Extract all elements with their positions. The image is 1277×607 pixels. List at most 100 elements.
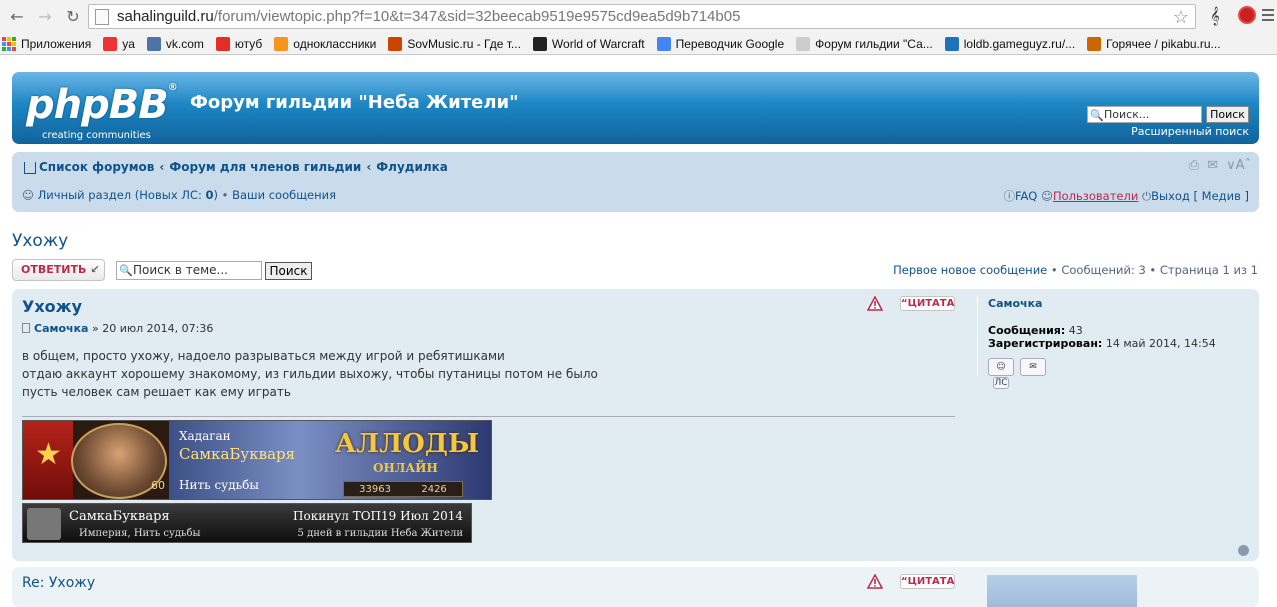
banner-days: 5 дней в гильдии Неба Жители — [297, 528, 463, 539]
post-author-line: Самочка » 20 июл 2014, 07:36 — [22, 322, 213, 335]
font-size-icon[interactable]: ∨Aˆ — [1226, 158, 1251, 173]
banner-left-top: Покинул ТОП19 Июл 2014 — [293, 509, 463, 523]
report-icon[interactable] — [867, 296, 883, 311]
bookmark-label: одноклассники — [293, 36, 377, 51]
pagination-info: • Сообщений: 3 • Страница 1 из 1 — [1047, 263, 1258, 277]
back-to-top-icon[interactable] — [1238, 545, 1249, 556]
bookmark-item[interactable]: SovMusic.ru - Где т... — [388, 36, 521, 51]
address-bar[interactable]: sahalinguild.ru/forum/viewtopic.php?f=10… — [88, 4, 1196, 29]
post-profile: Самочка Сообщения: 43 Зарегистрирован: 1… — [977, 297, 1249, 389]
reply-button[interactable]: ОТВЕТИТЬ ↙ — [12, 259, 105, 281]
page-icon — [95, 8, 109, 25]
bookmark-item[interactable]: ya — [103, 36, 135, 51]
pm-button[interactable]: ☺ЛС — [988, 358, 1014, 389]
post-content: в общем, просто ухожу, надоело разрывать… — [22, 347, 598, 401]
users-link[interactable]: Пользователи — [1053, 189, 1138, 203]
bookmark-icon — [103, 36, 118, 51]
bookmark-icon — [146, 36, 161, 51]
advanced-search-link[interactable]: Расширенный поиск — [1131, 125, 1249, 138]
bookmark-item[interactable]: одноклассники — [274, 36, 377, 51]
bookmark-item[interactable]: ютуб — [215, 36, 263, 51]
bookmark-item[interactable]: Форум гильдии "Са... — [796, 36, 933, 51]
bookmark-icon — [532, 36, 547, 51]
signature-banner-allods: ★ 60 Хадаган СамкаБукваря Нить судьбы АЛ… — [22, 420, 492, 500]
banner-guild: Империя, Нить судьбы — [79, 528, 201, 539]
page-tools: ⎙ ✉ ∨Aˆ — [1189, 158, 1251, 173]
user-navline: ☺ Личный раздел (Новых ЛС: 0) • Ваши соо… — [22, 188, 1249, 203]
post-icon — [22, 323, 30, 333]
post-title[interactable]: Ухожу — [22, 297, 82, 316]
bookmark-label: ютуб — [234, 36, 263, 51]
forward-icon[interactable]: → — [34, 6, 56, 28]
faq-link[interactable]: FAQ — [1015, 189, 1037, 203]
crumb-forums[interactable]: Список форумов — [39, 160, 154, 174]
bookmark-star-icon[interactable]: ☆ — [1173, 7, 1189, 28]
topic-title[interactable]: Ухожу — [12, 231, 68, 251]
post-author[interactable]: Самочка — [34, 322, 88, 335]
banner-character-name: СамкаБукваря — [69, 509, 170, 524]
site-title: Форум гильдии "Неба Жители" — [190, 92, 519, 113]
home-icon — [24, 162, 36, 174]
music-extension-icon[interactable]: 𝄞 — [1206, 6, 1224, 26]
character-stats: 33963 2426 — [343, 481, 463, 497]
search-icon: 🔍 — [119, 264, 133, 277]
post-line: в общем, просто ухожу, надоело разрывать… — [22, 349, 505, 363]
bookmark-icon — [944, 36, 959, 51]
topic-search-input[interactable]: 🔍 Поиск в теме... — [116, 261, 262, 280]
first-new-link[interactable]: Первое новое сообщение — [893, 263, 1047, 277]
post-title[interactable]: Re: Ухожу — [22, 575, 95, 591]
breadcrumb: Список форумов ‹ Форум для членов гильди… — [24, 160, 448, 174]
post-line: пусть человек сам решает как ему играть — [22, 385, 291, 399]
bookmark-icon — [796, 36, 811, 51]
bookmark-label: Переводчик Google — [675, 36, 785, 51]
users-icon: ☺ — [1040, 189, 1053, 203]
forum-header: phpBB® creating communities Форум гильди… — [12, 72, 1259, 144]
profile-stats: Сообщения: 43 Зарегистрирован: 14 май 20… — [988, 324, 1216, 350]
pagination: Первое новое сообщение • Сообщений: 3 • … — [893, 263, 1258, 277]
bookmark-item[interactable]: Приложения — [2, 36, 92, 51]
header-search-input[interactable]: 🔍 Поиск... — [1087, 106, 1202, 123]
signature-divider — [22, 416, 955, 417]
navbar: Список форумов ‹ Форум для членов гильди… — [12, 152, 1259, 212]
topic-search-button[interactable]: Поиск — [265, 262, 312, 280]
character-level: 60 — [151, 479, 165, 492]
email-user-icon[interactable]: ✉ — [1020, 358, 1046, 376]
bookmark-item[interactable]: Горячее / pikabu.ru... — [1087, 36, 1221, 51]
back-icon[interactable]: ← — [6, 6, 28, 28]
quote-button[interactable]: “ЦИТАТА — [900, 296, 955, 311]
bookmark-item[interactable]: World of Warcraft — [532, 36, 645, 51]
crumb-guild-forum[interactable]: Форум для членов гильдии — [169, 160, 361, 174]
bookmark-label: Приложения — [21, 36, 92, 51]
bookmark-item[interactable]: Переводчик Google — [656, 36, 785, 51]
phpbb-logo[interactable]: phpBB® creating communities — [26, 82, 178, 141]
crumb-flood[interactable]: Флудилка — [376, 160, 448, 174]
search-icon: 🔍 — [1090, 109, 1104, 122]
adblock-extension-icon[interactable] — [1238, 6, 1256, 24]
post-line: отдаю аккаунт хорошему знакомому, из гил… — [22, 367, 598, 381]
signature-banner-guild: СамкаБукваря Империя, Нить судьбы Покину… — [22, 503, 472, 543]
your-posts-link[interactable]: Ваши сообщения — [232, 188, 336, 202]
logout-link[interactable]: Выход [ Медив ] — [1151, 189, 1249, 203]
reload-icon[interactable]: ↻ — [62, 6, 84, 28]
bookmark-icon — [1087, 36, 1102, 51]
forum-page: phpBB® creating communities Форум гильди… — [0, 56, 1277, 607]
bookmark-item[interactable]: loldb.gameguyz.ru/... — [944, 36, 1076, 51]
profile-username[interactable]: Самочка — [988, 297, 1249, 310]
bookmark-label: Форум гильдии "Са... — [815, 36, 933, 51]
bookmark-item[interactable]: vk.com — [146, 36, 204, 51]
header-search-button[interactable]: Поиск — [1206, 106, 1249, 123]
post: Ухожу “ЦИТАТА Самочка » 20 июл 2014, 07:… — [12, 289, 1259, 561]
user-icon: ☺ — [22, 188, 34, 202]
post-date: » 20 июл 2014, 07:36 — [88, 322, 214, 335]
report-icon[interactable] — [867, 574, 883, 589]
email-icon[interactable]: ✉ — [1207, 158, 1218, 173]
quote-button[interactable]: “ЦИТАТА — [900, 574, 955, 589]
bookmark-label: loldb.gameguyz.ru/... — [963, 36, 1076, 51]
topic-search-placeholder: Поиск в теме... — [133, 263, 228, 277]
personal-link[interactable]: Личный раздел (Новых ЛС: 0) — [38, 188, 218, 202]
menu-icon[interactable] — [1262, 9, 1274, 21]
guild-emblem — [27, 508, 61, 540]
pencil-icon: ↙ — [90, 263, 100, 276]
profile-contact: ☺ЛС ✉ — [988, 358, 1249, 389]
print-icon[interactable]: ⎙ — [1189, 158, 1199, 173]
